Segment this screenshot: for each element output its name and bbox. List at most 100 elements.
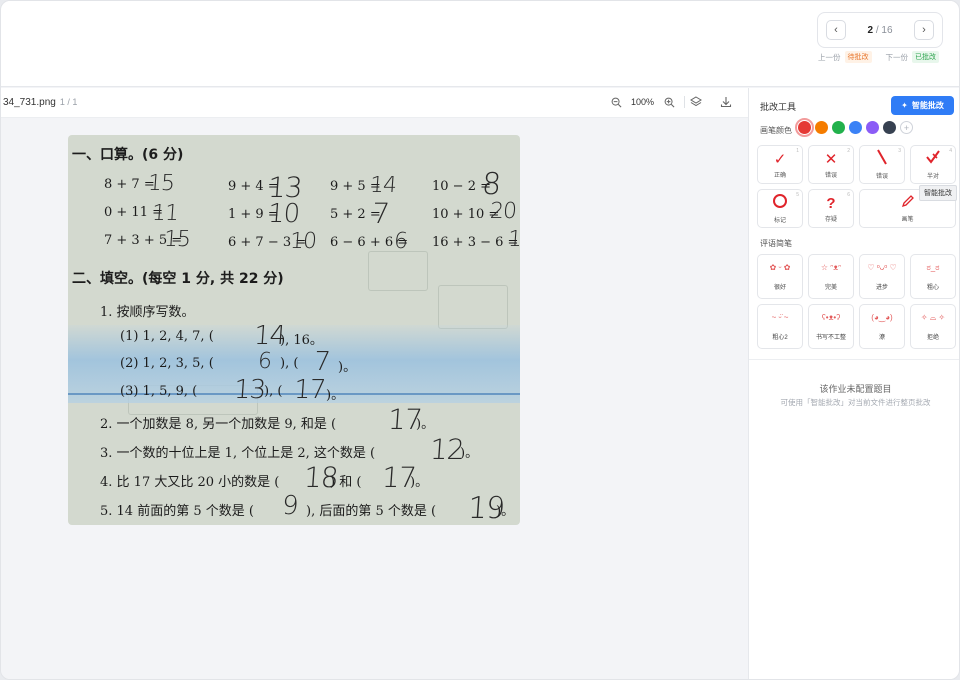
question-1-1-text: (1) 1, 2, 4, 7, ( bbox=[120, 329, 214, 344]
color-swatches: + bbox=[795, 118, 913, 137]
prev-label: 上一份 bbox=[818, 52, 841, 62]
tool-label: 画笔 bbox=[901, 217, 914, 223]
tool-shortcut: 1 bbox=[796, 148, 799, 154]
sticker-label: 很好 bbox=[773, 285, 786, 291]
question-2-text: )。 bbox=[416, 417, 435, 432]
worksheet-image[interactable]: 一、口算。(6 分) 8 + 7 = 15 9 + 4 = 13 9 + 5 =… bbox=[68, 135, 520, 525]
top-header: ‹ 2 / 16 › 上一份 待批改 下一份 已批改 bbox=[1, 1, 959, 87]
sticker-very-good[interactable]: ✿ ᵕ ✿ 很好 bbox=[757, 254, 803, 299]
question-1-2-text: ), ( bbox=[280, 356, 299, 371]
file-toolbar: 34_731.png 1 / 1 100% bbox=[1, 88, 748, 118]
tool-label: 存疑 bbox=[824, 216, 837, 223]
document-canvas[interactable]: 一、口算。(6 分) 8 + 7 = 15 9 + 4 = 13 9 + 5 =… bbox=[1, 119, 748, 679]
color-swatch-purple[interactable] bbox=[866, 121, 879, 134]
calc-answer: 10 bbox=[289, 229, 317, 254]
sticker-refuse[interactable]: ✧ ⌓ ✧ 拒绝 bbox=[910, 304, 956, 349]
question-4-text: 4. 比 17 大又比 20 小的数是 ( bbox=[100, 475, 280, 490]
zoom-level: 100% bbox=[631, 97, 655, 107]
sticker-label: 进步 bbox=[875, 285, 888, 291]
toolbar-actions bbox=[689, 95, 733, 109]
comment-stickers-label: 评语简笔 bbox=[760, 239, 792, 248]
calc-question: 16 + 3 − 6 = bbox=[432, 235, 519, 250]
tool-wrong-cross[interactable]: 2 ✕ 错误 bbox=[808, 145, 854, 184]
slash-icon bbox=[875, 149, 889, 169]
color-swatch-blue[interactable] bbox=[849, 121, 862, 134]
zoom-in-icon[interactable] bbox=[662, 95, 676, 109]
chevron-left-icon: ‹ bbox=[834, 24, 838, 36]
sticker-sloppy[interactable]: (◕‿◕) 潦 bbox=[859, 304, 905, 349]
panel-title: 批改工具 bbox=[760, 102, 797, 112]
status-badge-pending: 待批改 bbox=[844, 51, 872, 63]
handwritten-answer: 13 bbox=[232, 375, 267, 405]
toolbar-divider bbox=[684, 96, 686, 108]
comment-stickers: ✿ ᵕ ✿ 很好 ☆ ᵔᴥᵔ 完美 ♡ ᵒᴗᵒ ♡ 进步 ಠ_ಠ 粗心 ~ ᵕ̈… bbox=[757, 254, 957, 349]
tool-mark[interactable]: 5 标记 bbox=[757, 189, 803, 228]
calc-answer: 6 bbox=[393, 229, 408, 254]
cross-icon: ✕ bbox=[824, 150, 838, 168]
calc-answer: 15 bbox=[147, 171, 175, 196]
zoom-controls: 100% bbox=[609, 95, 686, 109]
check-icon: ✓ bbox=[773, 150, 787, 168]
page-counter: 2 / 16 bbox=[867, 25, 892, 36]
tool-shortcut: 4 bbox=[949, 148, 952, 154]
tool-label: 标记 bbox=[773, 218, 786, 224]
calc-answer: 14 bbox=[369, 173, 397, 198]
next-label: 下一份 bbox=[885, 52, 909, 62]
sticker-image-icon: (◕‿◕) bbox=[871, 313, 893, 322]
app-window: ‹ 2 / 16 › 上一份 待批改 下一份 已批改 34_731.png 1 /… bbox=[0, 0, 960, 680]
prev-submission-link[interactable]: 上一份 待批改 bbox=[818, 51, 872, 63]
download-icon[interactable] bbox=[719, 95, 733, 109]
section-1-heading: 一、口算。(6 分) bbox=[72, 147, 184, 163]
file-name-text: 34_731.png bbox=[3, 97, 56, 108]
next-submission-button[interactable]: › bbox=[914, 20, 934, 40]
next-submission-link[interactable]: 下一份 已批改 bbox=[885, 51, 939, 63]
question-1-3-text: ), ( bbox=[264, 384, 283, 399]
pen-icon bbox=[901, 194, 915, 212]
tool-doubt[interactable]: 6 ? 存疑 bbox=[808, 189, 854, 228]
tool-wrong-slash[interactable]: 3 错误 bbox=[859, 145, 905, 184]
layers-icon[interactable] bbox=[689, 95, 703, 109]
question-1-3-text: )。 bbox=[326, 388, 345, 403]
sticker-messy-writing[interactable]: ʕ•ᴥ•ʔ 书写不工整 bbox=[808, 304, 854, 349]
question-1: 1. 按顺序写数。 bbox=[100, 305, 195, 320]
prev-submission-button[interactable]: ‹ bbox=[826, 20, 846, 40]
tool-shortcut: 3 bbox=[898, 148, 901, 154]
add-color-icon[interactable]: + bbox=[900, 121, 913, 134]
file-page-indicator: 1 / 1 bbox=[59, 97, 78, 107]
question-icon: ? bbox=[826, 194, 836, 212]
sticker-label: 拒绝 bbox=[926, 335, 939, 341]
color-swatch-red[interactable] bbox=[795, 118, 814, 137]
submission-status-labels: 上一份 待批改 下一份 已批改 bbox=[818, 51, 939, 63]
sticker-progress[interactable]: ♡ ᵒᴗᵒ ♡ 进步 bbox=[859, 254, 905, 299]
question-1-3-text: (3) 1, 5, 9, ( bbox=[120, 384, 198, 399]
tool-label: 半对 bbox=[926, 174, 939, 180]
sticker-label: 潦 bbox=[878, 335, 885, 341]
sticker-careless-2[interactable]: ~ ᵕ̈ ~ 粗心2 bbox=[757, 304, 803, 349]
tool-half-correct[interactable]: 4 半对 bbox=[910, 145, 956, 184]
sticker-perfect[interactable]: ☆ ᵔᴥᵔ 完美 bbox=[808, 254, 854, 299]
color-swatch-orange[interactable] bbox=[815, 121, 828, 134]
panel-divider bbox=[749, 359, 959, 360]
sticker-label: 书写不工整 bbox=[815, 335, 846, 341]
handwritten-answer: 17 bbox=[292, 375, 327, 405]
handwritten-answer: 9 bbox=[280, 491, 299, 521]
color-swatch-green[interactable] bbox=[832, 121, 845, 134]
ai-grade-label: 智能批改 bbox=[911, 101, 944, 110]
calc-answer: 8 bbox=[480, 167, 502, 202]
zoom-out-icon[interactable] bbox=[609, 95, 623, 109]
calc-answer: 20 bbox=[489, 199, 517, 224]
file-name: 34_731.png 1 / 1 bbox=[3, 97, 77, 108]
question-5-text: ), 后面的第 5 个数是 ( bbox=[306, 504, 437, 519]
sticker-label: 完美 bbox=[824, 285, 837, 291]
color-swatch-dark[interactable] bbox=[883, 121, 896, 134]
ai-grade-button[interactable]: ✦ 智能批改 bbox=[891, 96, 954, 115]
question-3-text: )。 bbox=[460, 446, 479, 461]
handwritten-answer: 6 bbox=[257, 349, 272, 374]
question-2-text: 2. 一个加数是 8, 另一个加数是 9, 和是 ( bbox=[100, 417, 337, 432]
question-4-text: )。 bbox=[410, 475, 429, 490]
section-2-heading: 二、填空。(每空 1 分, 共 22 分) bbox=[72, 271, 284, 287]
empty-state-title: 该作业未配置题目 bbox=[819, 384, 892, 394]
sticker-image-icon: ಠ_ಠ bbox=[926, 263, 940, 272]
sticker-careless[interactable]: ಠ_ಠ 粗心 bbox=[910, 254, 956, 299]
tool-correct[interactable]: 1 ✓ 正确 bbox=[757, 145, 803, 184]
